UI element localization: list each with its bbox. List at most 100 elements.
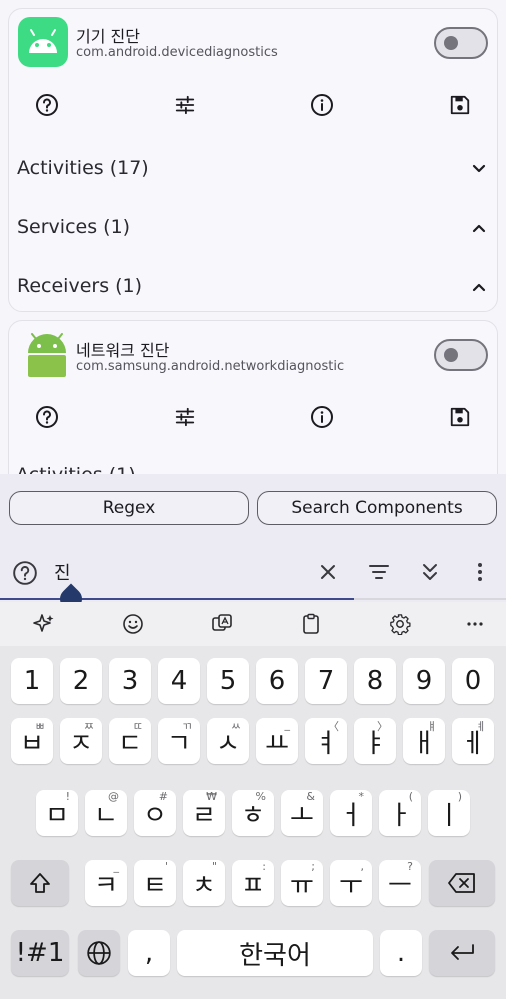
key-letter[interactable]: ㄸㄷ [109, 718, 151, 764]
key-hint: ( [408, 790, 413, 803]
android-app-icon [18, 17, 68, 67]
help-icon[interactable] [31, 89, 63, 121]
clipboard-icon[interactable] [297, 610, 325, 638]
save-icon[interactable] [444, 401, 476, 433]
key-letter[interactable]: # ㅇ [134, 790, 176, 836]
key-label: 7 [317, 666, 335, 696]
ai-sparkle-icon[interactable] [30, 610, 58, 638]
help-icon[interactable] [12, 560, 38, 586]
enter-key[interactable] [429, 930, 495, 976]
key-letter[interactable]: 〈ㅕ [305, 718, 347, 764]
key-letter[interactable]: ; ㅠ [281, 860, 323, 906]
key-hint: ㄲ [181, 720, 192, 733]
shift-key[interactable] [11, 860, 69, 906]
space-key[interactable]: 한국어 [177, 930, 373, 976]
search-components-button[interactable]: Search Components [257, 491, 497, 525]
translate-icon[interactable] [208, 610, 236, 638]
more-vert-icon[interactable] [466, 558, 494, 586]
app-enable-toggle[interactable] [434, 27, 488, 59]
settings-tune-icon[interactable] [169, 89, 201, 121]
key-letter[interactable]: " ㅊ [183, 860, 225, 906]
key-letter[interactable]: _ ㅋ [85, 860, 127, 906]
app-header[interactable]: 기기 진단 com.android.devicediagnostics [18, 17, 488, 69]
chevron-up-icon [469, 218, 489, 238]
key-label: !#1 [15, 938, 65, 968]
emoji-icon[interactable] [119, 610, 147, 638]
key-5[interactable]: 5 [207, 658, 249, 704]
key-4[interactable]: 4 [158, 658, 200, 704]
key-hint: * [358, 790, 365, 803]
key-letter[interactable]: @ ㄴ [85, 790, 127, 836]
comma-key[interactable]: , [128, 930, 170, 976]
save-icon[interactable] [444, 89, 476, 121]
clear-icon[interactable] [314, 558, 342, 586]
key-hint: , [360, 860, 365, 873]
key-hint: 〉 [377, 720, 388, 733]
app-package: com.android.devicediagnostics [76, 45, 278, 60]
section-services[interactable]: Services (1) [9, 206, 497, 250]
key-letter[interactable]: % ㅎ [232, 790, 274, 836]
key-1[interactable]: 1 [11, 658, 53, 704]
key-letter[interactable]: ! ㅁ [36, 790, 78, 836]
regex-button[interactable]: Regex [9, 491, 249, 525]
key-label: ㅌ [143, 870, 167, 901]
key-hint: 〈 [328, 720, 339, 733]
period-key[interactable]: . [380, 930, 422, 976]
key-hint: ㅖ [475, 720, 486, 733]
key-3[interactable]: 3 [109, 658, 151, 704]
key-letter[interactable]: ㅖㅔ [452, 718, 494, 764]
shift-icon [30, 873, 50, 893]
key-letter[interactable]: ₩ ㄹ [183, 790, 225, 836]
key-letter[interactable]: & ㅗ [281, 790, 323, 836]
key-hint: & [306, 790, 315, 803]
key-9[interactable]: 9 [403, 658, 445, 704]
more-horiz-icon[interactable] [461, 610, 489, 638]
backspace-key[interactable] [429, 860, 495, 906]
key-label: 5 [219, 666, 237, 696]
key-6[interactable]: 6 [256, 658, 298, 704]
toggle-knob [444, 348, 458, 362]
key-letter[interactable]: ㅉㅈ [60, 718, 102, 764]
app-header[interactable]: 네트워크 진단 com.samsung.android.networkdiagn… [22, 331, 492, 383]
app-card: 기기 진단 com.android.devicediagnostics Acti… [8, 8, 498, 312]
section-activities[interactable]: Activities (17) [9, 147, 497, 191]
symbols-key[interactable]: !#1 [11, 930, 69, 976]
info-icon[interactable] [306, 89, 338, 121]
key-8[interactable]: 8 [354, 658, 396, 704]
key-letter[interactable]: ,ㅜ [330, 860, 372, 906]
key-letter[interactable]: ㅃㅂ [11, 718, 53, 764]
key-hint: ) [457, 790, 462, 803]
key-letter[interactable]: ㅆㅅ [207, 718, 249, 764]
key-label: 9 [415, 666, 433, 696]
filter-icon[interactable] [365, 558, 393, 586]
key-2[interactable]: 2 [60, 658, 102, 704]
key-letter[interactable]: ㅒㅐ [403, 718, 445, 764]
gear-icon[interactable] [386, 610, 414, 638]
key-letter[interactable]: ? ㅡ [379, 860, 421, 906]
help-icon[interactable] [31, 401, 63, 433]
app-name: 네트워크 진단 [76, 341, 170, 360]
key-letter[interactable]: 〉ㅑ [354, 718, 396, 764]
section-label-partial[interactable]: Activities (1) [16, 464, 136, 474]
app-package: com.samsung.android.networkdiagnostic [76, 359, 345, 374]
key-letter[interactable]: ) ㅣ [428, 790, 470, 836]
search-input[interactable]: 진 [54, 559, 71, 585]
info-icon[interactable] [306, 401, 338, 433]
key-label: 3 [121, 666, 139, 696]
settings-tune-icon[interactable] [169, 401, 201, 433]
key-letter[interactable]: * ㅓ [330, 790, 372, 836]
key-letter[interactable]: (ㅏ [379, 790, 421, 836]
app-enable-toggle[interactable] [434, 339, 488, 371]
keyboard-toolbar [0, 602, 506, 646]
language-key[interactable] [78, 930, 120, 976]
expand-all-icon[interactable] [416, 558, 444, 586]
key-label: 한국어 [239, 940, 311, 971]
section-receivers[interactable]: Receivers (1) [9, 265, 497, 309]
key-letter[interactable]: ' ㅌ [134, 860, 176, 906]
key-letter[interactable]: ㄲㄱ [158, 718, 200, 764]
key-0[interactable]: 0 [452, 658, 494, 704]
key-hint: ㅃ [34, 720, 45, 733]
key-letter[interactable]: :ㅍ [232, 860, 274, 906]
key-letter[interactable]: _ ㅛ [256, 718, 298, 764]
key-7[interactable]: 7 [305, 658, 347, 704]
